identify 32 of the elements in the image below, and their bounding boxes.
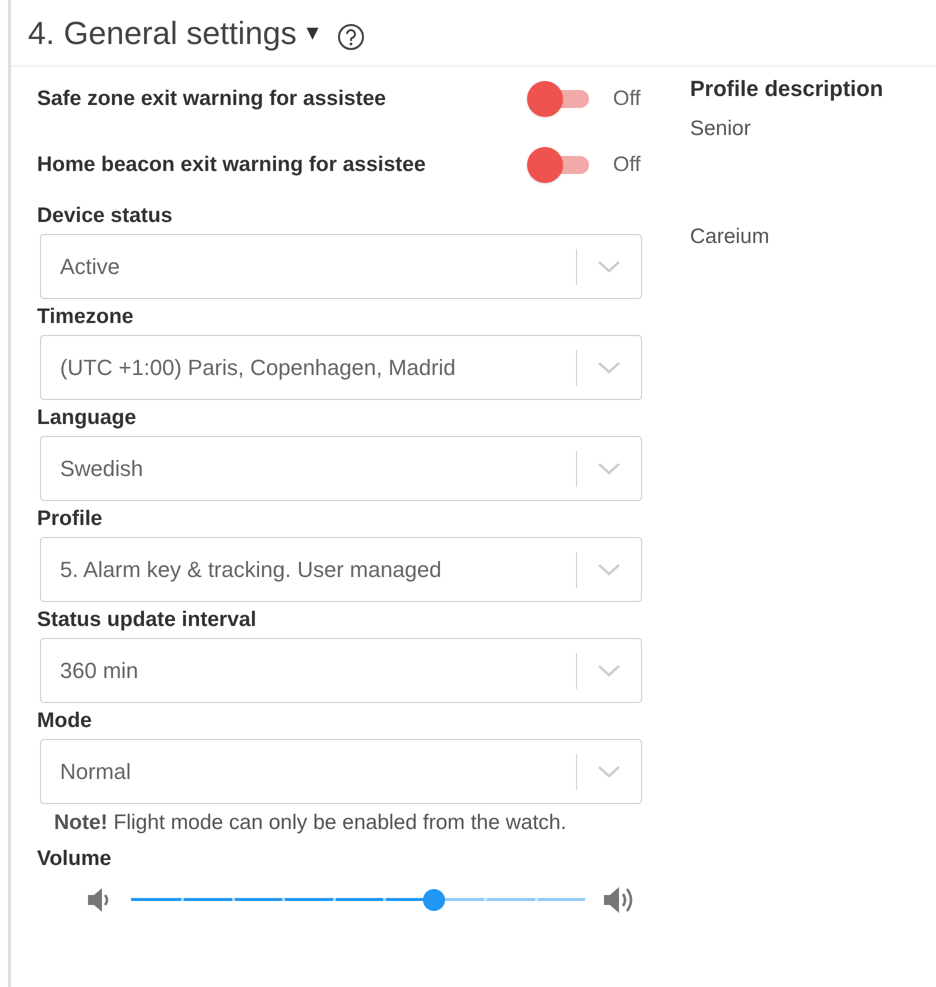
select-field[interactable]: Normal	[40, 739, 642, 804]
toggle-state: Off	[613, 152, 641, 178]
select-field[interactable]: (UTC +1:00) Paris, Copenhagen, Madrid	[40, 335, 642, 400]
profile-description-text: Senior	[690, 116, 752, 142]
field-label: Timezone	[37, 304, 134, 330]
select-field[interactable]: Active	[40, 234, 642, 299]
profile-description-text: Careium	[690, 224, 770, 250]
toggle-label: Safe zone exit warning for assistee	[37, 86, 387, 112]
caret-button[interactable]: ▾	[306, 14, 319, 50]
profile-description-label: Profile description	[690, 75, 884, 103]
toggle-label: Home beacon exit warning for assistee	[37, 152, 427, 178]
flight-mode-note: Note! Flight mode can only be enabled from the watch.	[53, 810, 568, 836]
volume-low-icon	[87, 887, 111, 913]
select-field[interactable]: Swedish	[40, 436, 642, 501]
field-label: Status update interval	[37, 607, 258, 633]
field-label: Volume	[37, 846, 112, 872]
field-label: Mode	[37, 708, 93, 734]
field-label: Profile	[37, 506, 104, 532]
chevron-down-icon	[597, 562, 621, 576]
field-label: Device status	[37, 203, 174, 229]
volume-slider[interactable]	[131, 888, 585, 912]
help-icon[interactable]	[336, 22, 365, 50]
chevron-down-icon	[597, 664, 621, 678]
chevron-down-icon	[597, 462, 621, 476]
select-field[interactable]: 360 min	[40, 638, 642, 703]
chevron-down-icon	[597, 260, 621, 274]
chevron-down-icon	[597, 360, 621, 374]
field-label: Language	[37, 405, 138, 431]
section-title: 4. General settings	[28, 14, 297, 53]
select-field[interactable]: 5. Alarm key & tracking. User managed	[40, 537, 642, 602]
chevron-down-icon	[597, 764, 621, 778]
toggle-state: Off	[613, 86, 641, 112]
